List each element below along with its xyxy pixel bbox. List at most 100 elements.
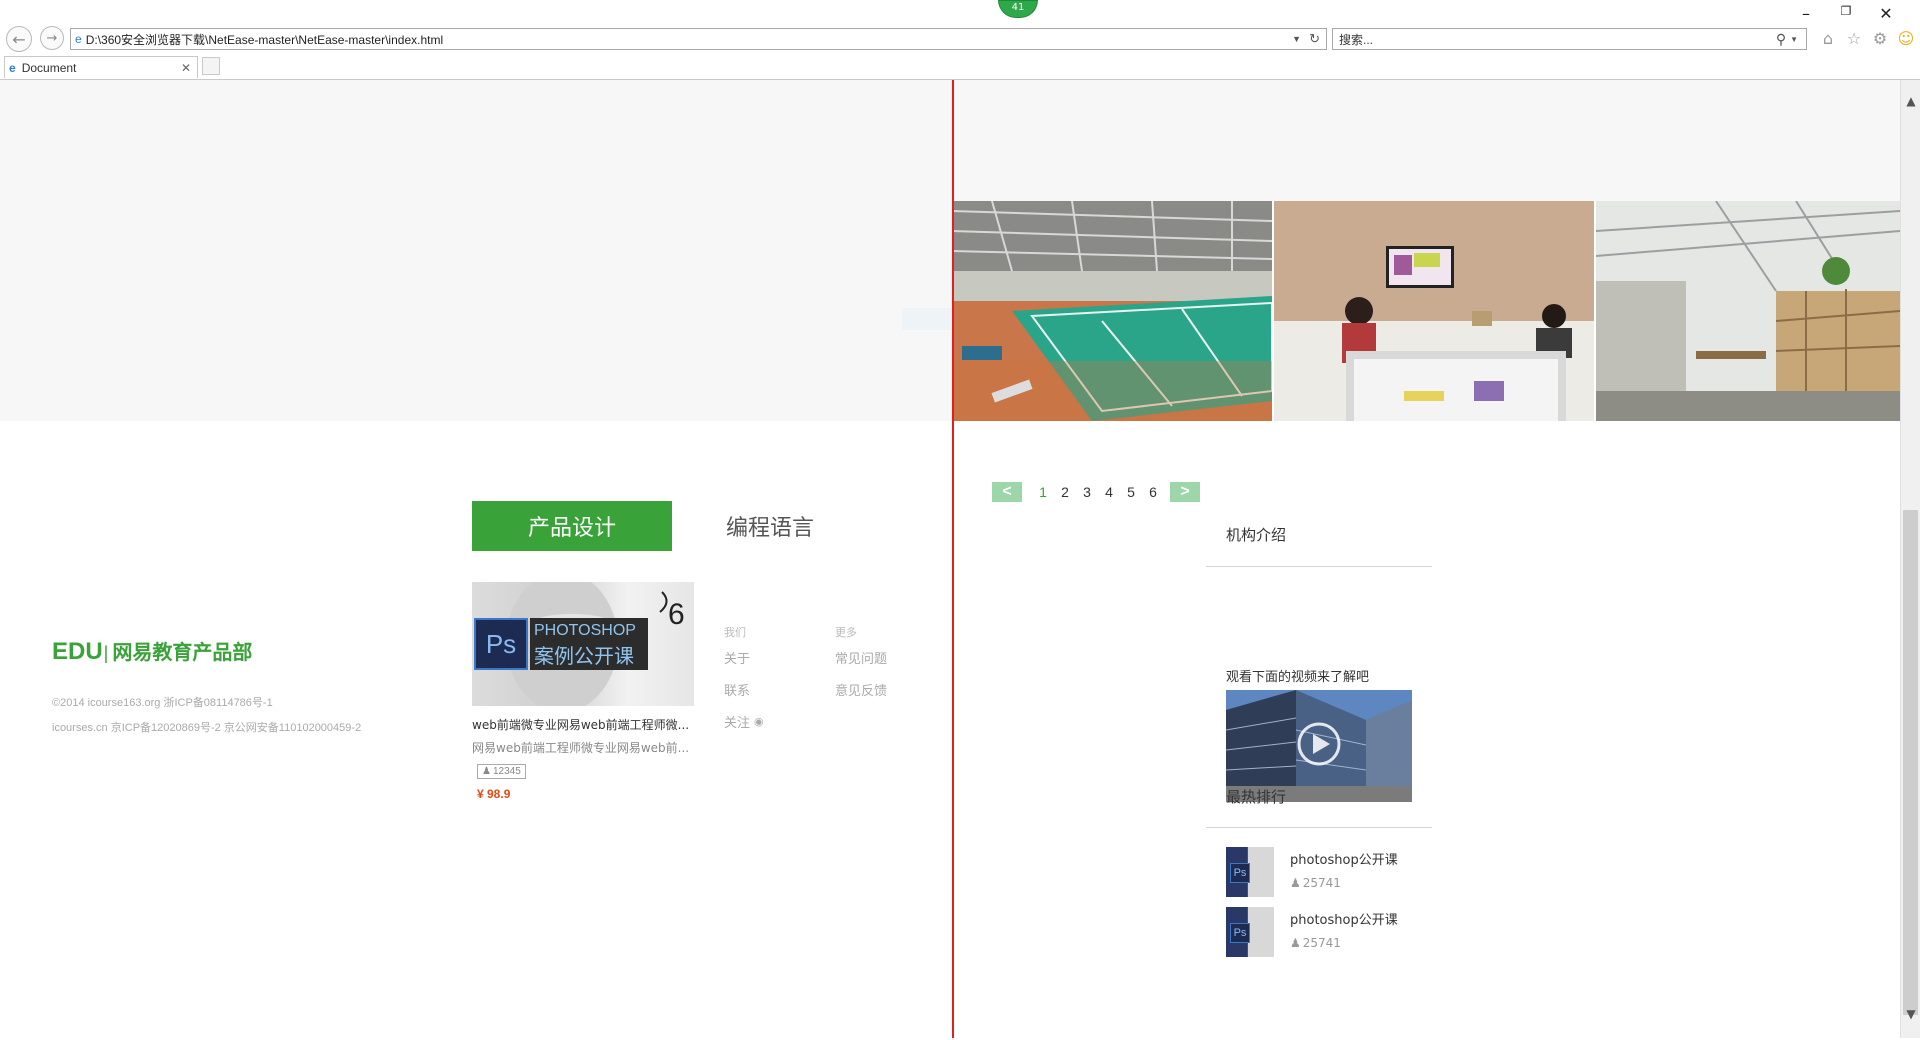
banner-right-bg — [952, 80, 1900, 201]
rank-ps-logo: Ps — [1230, 923, 1250, 943]
close-icon[interactable]: ✕ — [1872, 4, 1900, 23]
footer-col-more-head: 更多 — [835, 626, 857, 639]
page-5[interactable]: 5 — [1120, 484, 1142, 500]
rank-item[interactable]: Ps photoshop公开课 ♟ 25741 — [1226, 907, 1466, 957]
browser-search[interactable]: 搜索... ⚲ ▼ — [1332, 28, 1807, 50]
link-follow-label: 关注 — [724, 716, 751, 731]
svg-text:6: 6 — [668, 598, 685, 631]
rank-count-value: 25741 — [1302, 936, 1341, 950]
video-caption: 观看下面的视频来了解吧 — [1226, 670, 1370, 685]
rank-count: ♟ 25741 — [1290, 936, 1398, 950]
scroll-down-icon[interactable]: ▼ — [1901, 1005, 1920, 1023]
footer-col-more: 更多 常见问题 意见反馈 — [835, 624, 887, 712]
star-icon[interactable]: ☆ — [1844, 28, 1864, 48]
slider-pager: < 1 2 3 4 5 6 > — [992, 482, 1200, 502]
window-controls: – ❐ ✕ — [1792, 4, 1900, 23]
rank-thumbnail[interactable]: Ps — [1226, 847, 1274, 897]
arrow-left-icon: ← — [12, 29, 26, 49]
search-text: 搜索... — [1339, 32, 1374, 47]
back-button[interactable]: ← — [6, 26, 32, 52]
ps-title: PHOTOSHOP 案例公开课 — [530, 618, 648, 670]
page-1[interactable]: 1 — [1032, 484, 1054, 500]
link-contact[interactable]: 联系 — [724, 680, 764, 699]
page-2[interactable]: 2 — [1054, 484, 1076, 500]
hot-title: 最热排行 — [1226, 788, 1287, 806]
next-button[interactable]: > — [1170, 482, 1200, 502]
rank-count-value: 25741 — [1302, 876, 1341, 890]
learner-count: ♟ 12345 — [477, 764, 526, 779]
rank-count: ♟ 25741 — [1290, 876, 1398, 890]
forward-button[interactable]: → — [40, 26, 64, 50]
footer-line-1: ©2014 icourse163.org 浙ICP备08114786号-1 — [52, 697, 273, 709]
intro-divider — [1206, 566, 1432, 567]
learner-count-value: 12345 — [492, 766, 521, 777]
new-tab-button[interactable] — [202, 57, 220, 75]
tab-document[interactable]: e Document ✕ — [4, 56, 198, 78]
ps-logo: Ps — [474, 618, 528, 670]
rank-ps-logo: Ps — [1230, 863, 1250, 883]
gear-icon[interactable]: ⚙ — [1870, 28, 1890, 48]
smiley-icon[interactable]: ☺ — [1896, 28, 1916, 48]
footer-brand: EDU | 网易教育产品部 — [52, 636, 252, 666]
refresh-icon[interactable]: ↻ — [1309, 31, 1320, 47]
minimize-icon[interactable]: – — [1792, 4, 1820, 23]
brand-separator: | — [103, 643, 109, 663]
arrow-right-icon: → — [46, 30, 58, 46]
rank-info: photoshop公开课 ♟ 25741 — [1290, 847, 1398, 897]
hot-divider — [1206, 827, 1432, 828]
page-icon: e — [75, 32, 82, 46]
tab-title: Document — [21, 60, 77, 75]
weibo-icon[interactable]: ◉ — [754, 715, 764, 728]
dropdown-icon[interactable]: ▼ — [1292, 34, 1301, 44]
search-icon[interactable]: ⚲ — [1776, 31, 1786, 48]
link-about[interactable]: 关于 — [724, 648, 764, 667]
notification-badge[interactable]: 41 — [998, 0, 1038, 18]
brand-dept: 网易教育产品部 — [112, 642, 253, 664]
footer-col-us-head: 我们 — [724, 626, 746, 639]
rank-title[interactable]: photoshop公开课 — [1290, 909, 1398, 928]
vertical-scrollbar[interactable]: ▲ ▼ — [1900, 80, 1920, 1038]
page-viewport: < 1 2 3 4 5 6 > 产品设计 编程语言 EDU | 网易教育产品部 … — [0, 80, 1900, 1038]
rank-info: photoshop公开课 ♟ 25741 — [1290, 907, 1398, 957]
course-thumbnail[interactable]: 6 Ps PHOTOSHOP 案例公开课 — [472, 582, 694, 706]
footer-col-us: 我们 关于 联系 关注 ◉ — [724, 624, 764, 744]
ps-title-cn: 案例公开课 — [534, 646, 634, 668]
rank-item[interactable]: Ps photoshop公开课 ♟ 25741 — [1226, 847, 1466, 897]
user-icon: ♟ — [1290, 876, 1301, 890]
rank-title[interactable]: photoshop公开课 — [1290, 849, 1398, 868]
red-divider-line — [952, 80, 954, 1038]
photo-office — [1596, 201, 1900, 421]
course-desc: 网易web前端工程师微专业网易web前... — [472, 741, 690, 755]
scroll-up-icon[interactable]: ▲ — [1901, 92, 1920, 110]
link-follow[interactable]: 关注 ◉ — [724, 712, 764, 731]
search-dropdown-icon[interactable]: ▼ — [1790, 35, 1798, 44]
intro-title: 机构介绍 — [1226, 526, 1287, 544]
photo-meeting — [1274, 201, 1594, 421]
brand-edu: EDU — [52, 638, 103, 665]
ie-icon: e — [9, 60, 16, 75]
address-text: D:\360安全浏览器下载\NetEase-master\NetEase-mas… — [85, 32, 444, 47]
page-6[interactable]: 6 — [1142, 484, 1164, 500]
course-name[interactable]: web前端微专业网易web前端工程师微... — [472, 716, 694, 733]
restore-icon[interactable]: ❐ — [1832, 4, 1860, 23]
banner-left-bg — [0, 80, 952, 421]
home-icon[interactable]: ⌂ — [1818, 28, 1838, 48]
photo-gym — [952, 201, 1272, 421]
browser-chrome: ← → e D:\360安全浏览器下载\NetEase-master\NetEa… — [0, 0, 1920, 80]
course-card[interactable]: 6 Ps PHOTOSHOP 案例公开课 web前端微专业网易web前端工程师微… — [472, 582, 694, 801]
tab-product-design[interactable]: 产品设计 — [472, 501, 672, 551]
toolbar-icons: ⌂ ☆ ⚙ ☺ — [1818, 28, 1916, 48]
scroll-thumb[interactable] — [1903, 510, 1918, 1015]
link-feedback[interactable]: 意见反馈 — [835, 680, 887, 699]
address-bar[interactable]: e D:\360安全浏览器下载\NetEase-master\NetEase-m… — [70, 28, 1327, 50]
tab-programming[interactable]: 编程语言 — [700, 501, 840, 551]
footer-line-2: icourses.cn 京ICP备12020869号-2 京公网安备110102… — [52, 722, 362, 734]
ps-title-en: PHOTOSHOP — [534, 622, 636, 639]
rank-thumbnail[interactable]: Ps — [1226, 907, 1274, 957]
link-faq[interactable]: 常见问题 — [835, 648, 887, 667]
tab-close-icon[interactable]: ✕ — [181, 61, 191, 75]
page-3[interactable]: 3 — [1076, 484, 1098, 500]
page-4[interactable]: 4 — [1098, 484, 1120, 500]
user-icon: ♟ — [482, 766, 491, 777]
prev-button[interactable]: < — [992, 482, 1022, 502]
